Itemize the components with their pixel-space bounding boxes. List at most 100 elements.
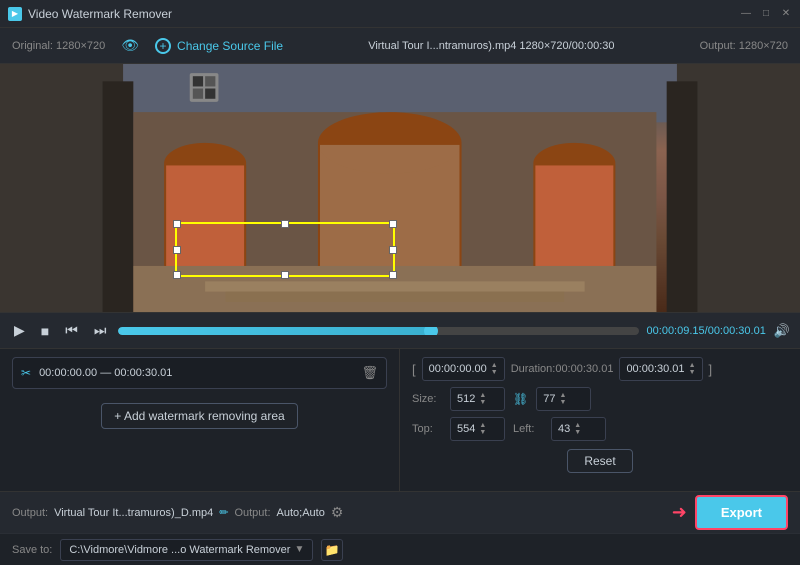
size-h-up[interactable]: ▲ [559, 392, 566, 399]
size-w-down[interactable]: ▼ [479, 399, 486, 406]
settings-icon[interactable]: ⚙ [331, 504, 344, 521]
left-panel: ✂ 00:00:00.00 — 00:00:30.01 🗑 + Add wate… [0, 349, 400, 491]
timeline-thumb[interactable] [424, 327, 438, 335]
output-label-2: Output: [234, 507, 270, 519]
end-time-input[interactable]: 00:00:30.01 ▲ ▼ [619, 357, 702, 381]
selection-box[interactable] [175, 222, 395, 277]
clip-row: ✂ 00:00:00.00 — 00:00:30.01 🗑 [12, 357, 387, 389]
left-down[interactable]: ▼ [574, 429, 581, 436]
file-info: Virtual Tour I...ntramuros).mp4 1280×720… [299, 40, 684, 52]
size-width-value: 512 [457, 393, 475, 405]
title-bar-left: ▶ Video Watermark Remover [8, 7, 172, 21]
save-path-input[interactable]: C:\Vidmore\Vidmore ...o Watermark Remove… [60, 539, 313, 561]
size-h-down[interactable]: ▼ [559, 399, 566, 406]
top-bar: Original: 1280×720 👁 + Change Source Fil… [0, 28, 800, 64]
right-panel: [ 00:00:00.00 ▲ ▼ Duration:00:00:30.01 0… [400, 349, 800, 491]
clip-time-range: 00:00:00.00 — 00:00:30.01 [39, 367, 353, 379]
stop-button[interactable]: ■ [37, 321, 53, 341]
handle-mid-right[interactable] [389, 246, 397, 254]
timeline-track[interactable] [118, 327, 638, 335]
prev-frame-button[interactable]: ⏮ [61, 320, 82, 341]
start-time-up[interactable]: ▲ [491, 362, 498, 369]
controls-bar: ▶ ■ ⏮ ⏭ 00:00:09.15/00:00:30.01 🔊 [0, 312, 800, 348]
export-arrow-icon: ➜ [672, 502, 687, 523]
handle-bottom-left[interactable] [173, 271, 181, 279]
minimize-button[interactable]: — [740, 8, 752, 20]
start-time-input[interactable]: 00:00:00.00 ▲ ▼ [422, 357, 505, 381]
edit-filename-icon[interactable]: ✏ [219, 506, 228, 519]
output-format: Auto;Auto [277, 507, 325, 519]
time-row: [ 00:00:00.00 ▲ ▼ Duration:00:00:30.01 0… [412, 357, 788, 381]
end-time-down[interactable]: ▼ [689, 369, 696, 376]
top-label: Top: [412, 423, 442, 435]
volume-icon[interactable]: 🔊 [774, 323, 790, 339]
reset-button[interactable]: Reset [567, 449, 632, 473]
time-bracket-close: ] [709, 362, 713, 377]
next-frame-button[interactable]: ⏭ [90, 320, 111, 341]
left-up[interactable]: ▲ [574, 422, 581, 429]
handle-top-right[interactable] [389, 220, 397, 228]
title-bar: ▶ Video Watermark Remover — □ ✕ [0, 0, 800, 28]
link-dimensions-icon[interactable]: ⛓ [513, 392, 528, 406]
original-resolution-label: Original: 1280×720 [12, 40, 105, 52]
end-time-value: 00:00:30.01 [626, 363, 684, 375]
footer-output-section: Output: Virtual Tour It...tramuros)_D.mp… [12, 504, 664, 521]
size-width-input[interactable]: 512 ▲ ▼ [450, 387, 505, 411]
app-icon: ▶ [8, 7, 22, 21]
handle-mid-left[interactable] [173, 246, 181, 254]
save-path-value: C:\Vidmore\Vidmore ...o Watermark Remove… [69, 544, 290, 556]
size-label: Size: [412, 393, 442, 405]
export-button[interactable]: Export [695, 495, 788, 530]
video-frame-svg [0, 64, 800, 312]
top-up[interactable]: ▲ [479, 422, 486, 429]
add-watermark-area-button[interactable]: + Add watermark removing area [101, 403, 297, 429]
position-row: Top: 554 ▲ ▼ Left: 43 ▲ ▼ [412, 417, 788, 441]
size-height-value: 77 [543, 393, 555, 405]
save-to-label: Save to: [12, 544, 52, 556]
end-time-spinners: ▲ ▼ [689, 362, 696, 376]
eye-icon[interactable]: 👁 [121, 37, 139, 54]
change-source-label: Change Source File [177, 39, 283, 53]
handle-bottom-right[interactable] [389, 271, 397, 279]
browse-folder-button[interactable]: 📁 [321, 539, 343, 561]
top-value: 554 [457, 423, 475, 435]
top-down[interactable]: ▼ [479, 429, 486, 436]
handle-bottom-mid[interactable] [281, 271, 289, 279]
top-input[interactable]: 554 ▲ ▼ [450, 417, 505, 441]
time-bracket-icon: [ [412, 362, 416, 377]
left-value: 43 [558, 423, 570, 435]
app-title: Video Watermark Remover [28, 7, 172, 21]
left-input[interactable]: 43 ▲ ▼ [551, 417, 606, 441]
size-height-input[interactable]: 77 ▲ ▼ [536, 387, 591, 411]
left-label: Left: [513, 423, 543, 435]
save-row: Save to: C:\Vidmore\Vidmore ...o Waterma… [0, 533, 800, 565]
handle-top-left[interactable] [173, 220, 181, 228]
start-time-value: 00:00:00.00 [429, 363, 487, 375]
window-controls: — □ ✕ [740, 8, 792, 20]
clip-icon: ✂ [21, 366, 31, 380]
plus-circle-icon: + [155, 38, 171, 54]
start-time-spinners: ▲ ▼ [491, 362, 498, 376]
close-button[interactable]: ✕ [780, 8, 792, 20]
size-w-up[interactable]: ▲ [479, 392, 486, 399]
output-filename: Virtual Tour It...tramuros)_D.mp4 [54, 507, 213, 519]
video-preview [0, 64, 800, 312]
video-area [0, 64, 800, 312]
handle-top-mid[interactable] [281, 220, 289, 228]
play-button[interactable]: ▶ [10, 320, 29, 341]
duration-label: Duration:00:00:30.01 [511, 363, 614, 375]
bottom-section: ✂ 00:00:00.00 — 00:00:30.01 🗑 + Add wate… [0, 348, 800, 491]
size-row: Size: 512 ▲ ▼ ⛓ 77 ▲ ▼ [412, 387, 788, 411]
time-display: 00:00:09.15/00:00:30.01 [647, 325, 766, 337]
change-source-button[interactable]: + Change Source File [155, 38, 283, 54]
output-resolution-label: Output: 1280×720 [700, 40, 788, 52]
start-time-down[interactable]: ▼ [491, 369, 498, 376]
maximize-button[interactable]: □ [760, 8, 772, 20]
timeline-fill [118, 327, 430, 335]
video-background [0, 64, 800, 312]
save-path-chevron[interactable]: ▼ [294, 544, 304, 555]
clip-delete-button[interactable]: 🗑 [361, 365, 378, 381]
output-label-1: Output: [12, 507, 48, 519]
end-time-up[interactable]: ▲ [689, 362, 696, 369]
footer: Output: Virtual Tour It...tramuros)_D.mp… [0, 491, 800, 533]
